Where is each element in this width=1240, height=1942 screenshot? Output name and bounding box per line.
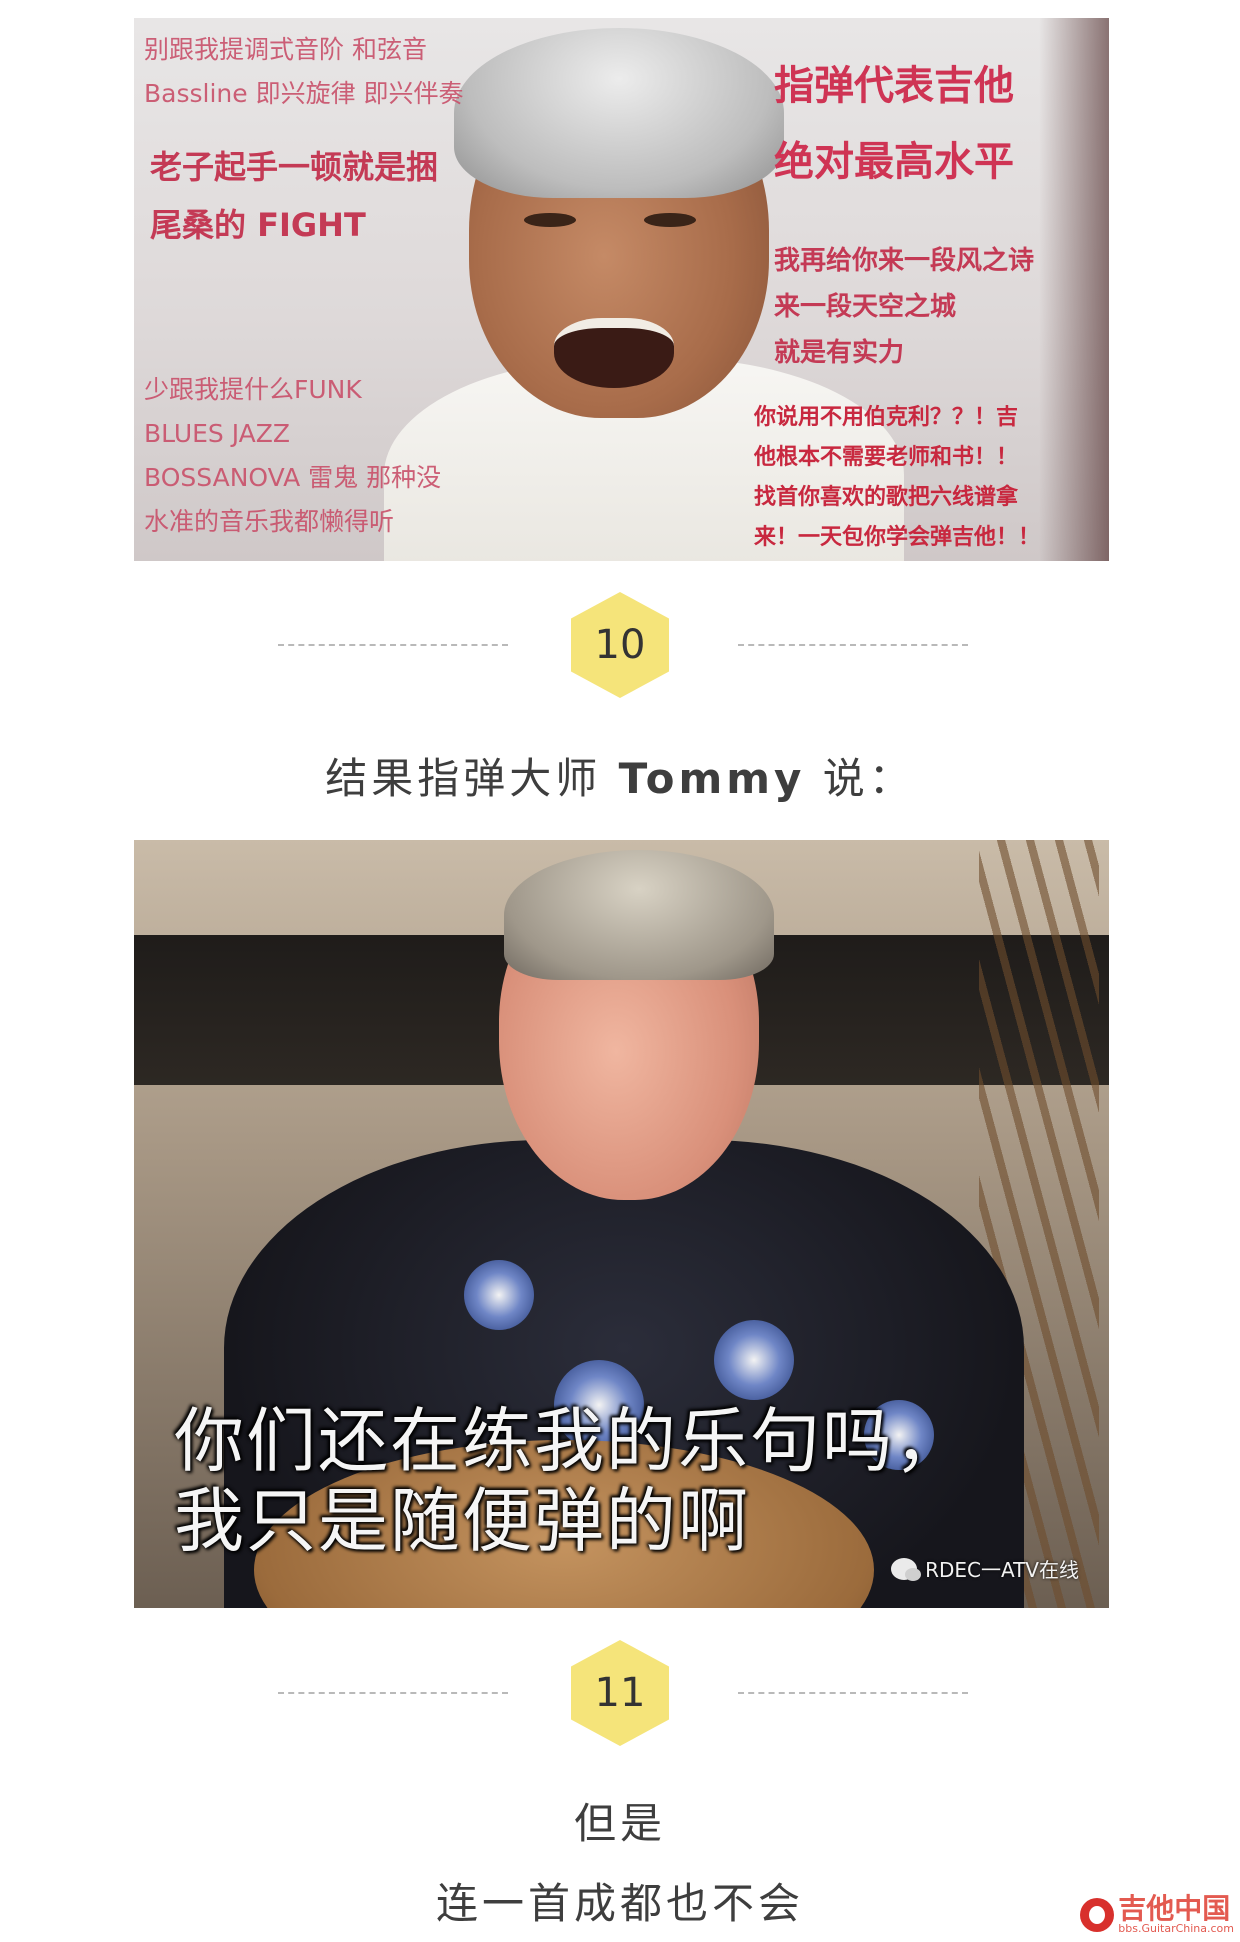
meme-line: 你说用不用伯克利？？！吉	[754, 405, 1019, 430]
man-mouth	[554, 318, 674, 388]
dashed-line-right	[738, 1692, 968, 1694]
meme-line: 找首你喜欢的歌把六线谱拿	[754, 485, 1019, 510]
meme-line: 来一段天空之城	[774, 292, 957, 322]
site-logo: 吉他中国 bbs.GuitarChina.com	[1080, 1895, 1234, 1934]
meme-line: 少跟我提什么FUNK	[144, 375, 362, 404]
dashed-line-left	[278, 644, 508, 646]
meme-line: 别跟我提调式音阶 和弦音	[144, 35, 427, 64]
section-number: 11	[594, 1670, 646, 1716]
meme-caption-line-1: 你们还在练我的乐句吗，	[174, 1400, 966, 1482]
man-hair	[454, 28, 784, 198]
shirt-flower	[714, 1320, 794, 1400]
article-page: 别跟我提调式音阶 和弦音 Bassline 即兴旋律 即兴伴奏 老子起手一顿就是…	[0, 0, 1240, 1942]
meme-line: BLUES JAZZ	[144, 419, 291, 448]
meme-line: 老子起手一顿就是捆	[150, 148, 439, 186]
man-eye-left	[524, 213, 576, 227]
meme-line: Bassline 即兴旋律 即兴伴奏	[144, 79, 464, 108]
body-text-line-1: 但是	[573, 1799, 666, 1848]
meme-text-left-mid: 老子起手一顿就是捆 尾桑的 FIGHT	[150, 138, 438, 254]
meme-text-left-top: 别跟我提调式音阶 和弦音 Bassline 即兴旋律 即兴伴奏	[144, 28, 464, 116]
meme-text-left-bottom: 少跟我提什么FUNK BLUES JAZZ BOSSANOVA 雷鬼 那种没 水…	[144, 368, 441, 544]
wechat-icon	[891, 1557, 922, 1581]
meme-text-right-mid: 我再给你来一段风之诗 来一段天空之城 就是有实力	[774, 238, 1034, 376]
caption-name: Tommy	[618, 754, 806, 803]
meme-line: 指弹代表吉他	[774, 63, 1014, 109]
meme-line: 绝对最高水平	[774, 139, 1014, 185]
image-shade	[1039, 18, 1109, 561]
meme-line: 来！一天包你学会弹吉他！！	[754, 525, 1041, 550]
section-divider-11: 11	[0, 1640, 1240, 1750]
meme-line: 他根本不需要老师和书！！	[754, 445, 1019, 470]
wechat-watermark: RDEC一ATV在线	[891, 1554, 1079, 1583]
caption-suffix: 说：	[805, 754, 915, 803]
meme-text-right-bottom: 你说用不用伯克利？？！吉 他根本不需要老师和书！！ 找首你喜欢的歌把六线谱拿 来…	[754, 398, 1040, 558]
guitar-logo-icon	[1080, 1897, 1115, 1932]
caption-prefix: 结果指弹大师	[325, 754, 619, 803]
logo-text: 吉他中国 bbs.GuitarChina.com	[1118, 1892, 1234, 1935]
meme-line: 水准的音乐我都懒得听	[144, 507, 395, 536]
meme-line: 尾桑的 FIGHT	[150, 206, 366, 244]
meme-image-old-man: 别跟我提调式音阶 和弦音 Bassline 即兴旋律 即兴伴奏 老子起手一顿就是…	[134, 18, 1109, 561]
tommy-hair	[504, 850, 774, 980]
meme-caption-line-2: 我只是随便弹的啊	[174, 1480, 750, 1562]
meme-line: 就是有实力	[774, 338, 905, 368]
dashed-line-left	[278, 1692, 508, 1694]
shirt-flower	[464, 1260, 534, 1330]
meme-image-tommy: 你们还在练我的乐句吗， 我只是随便弹的啊 RDEC一ATV在线	[134, 840, 1109, 1608]
section-number: 10	[594, 622, 646, 668]
logo-url: bbs.GuitarChina.com	[1118, 1922, 1234, 1935]
meme-text-right-top: 指弹代表吉他 绝对最高水平	[774, 48, 1014, 200]
caption-text-tommy: 结果指弹大师 Tommy 说：	[0, 745, 1240, 806]
section-divider-10: 10	[0, 592, 1240, 702]
dashed-line-right	[738, 644, 968, 646]
body-text-line-2: 连一首成都也不会	[435, 1879, 804, 1928]
meme-line: 我再给你来一段风之诗	[774, 246, 1035, 276]
meme-line: BOSSANOVA 雷鬼 那种没	[144, 463, 442, 492]
man-eye-right	[644, 213, 696, 227]
logo-title: 吉他中国	[1118, 1892, 1231, 1925]
watermark-text: RDEC一ATV在线	[925, 1558, 1079, 1582]
